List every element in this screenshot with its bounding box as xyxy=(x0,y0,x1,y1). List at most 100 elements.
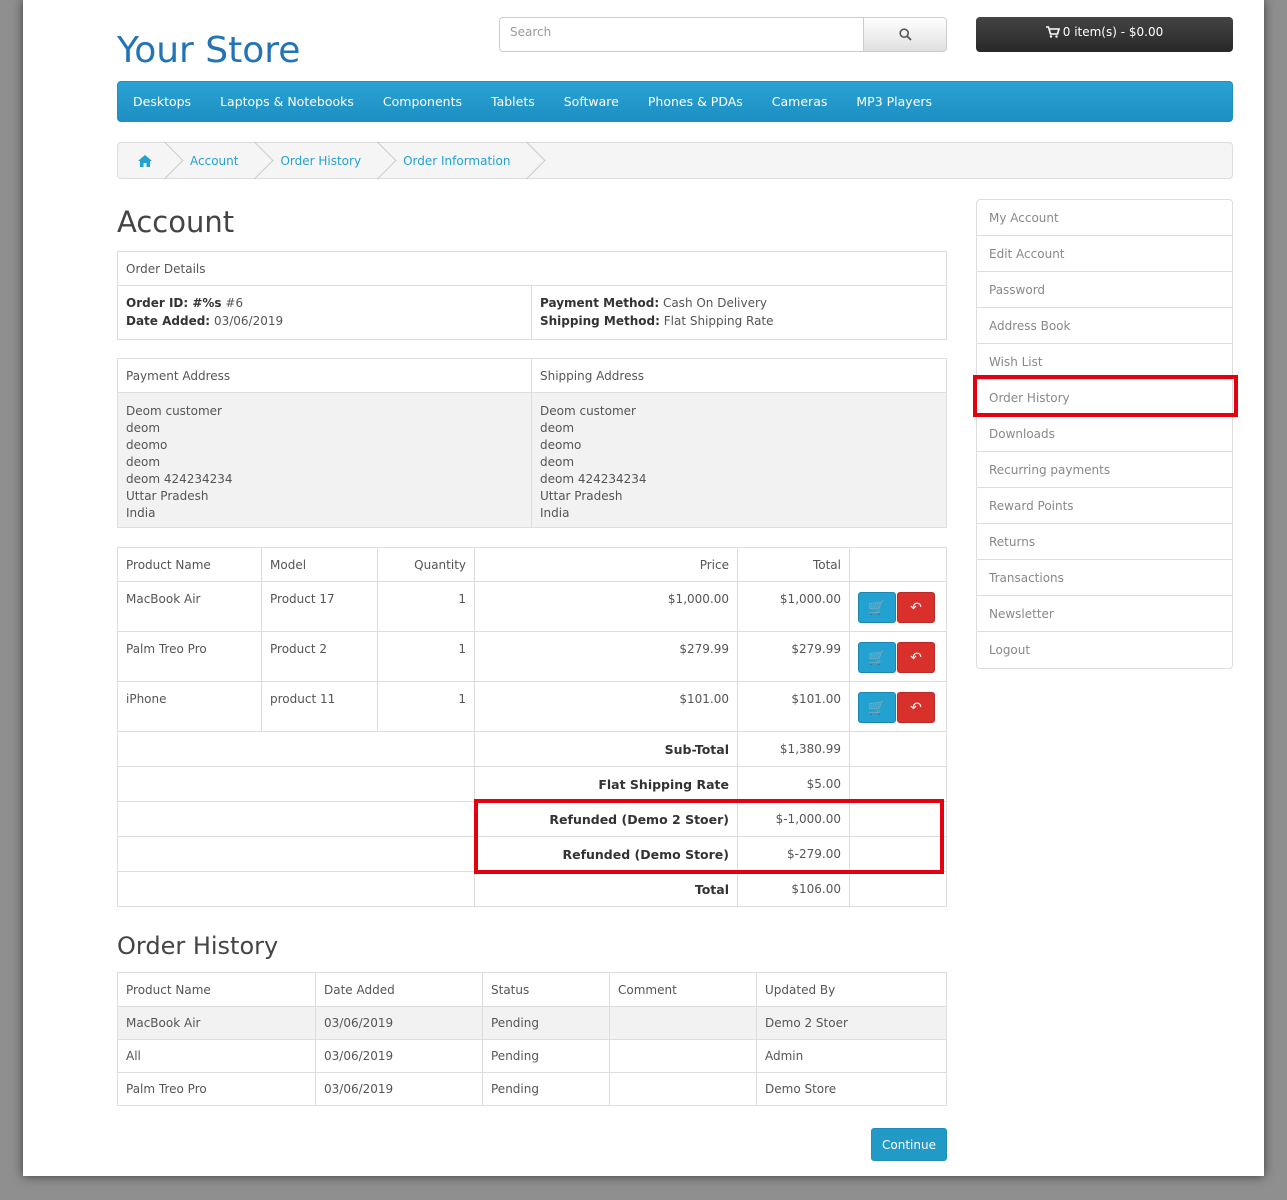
breadcrumb-account[interactable]: Account xyxy=(170,143,260,178)
payment-method: Cash On Delivery xyxy=(662,296,768,310)
cart-icon: 🛒 xyxy=(868,600,886,616)
home-icon xyxy=(138,154,152,167)
breadcrumb-order-history[interactable]: Order History xyxy=(260,143,383,178)
menu-item-laptops[interactable]: Laptops & Notebooks xyxy=(220,94,354,109)
totals-label: Sub-Total xyxy=(474,731,738,767)
history-updated-by: Admin xyxy=(756,1039,947,1073)
reply-icon: ↶ xyxy=(910,600,922,616)
totals-row: Total $106.00 xyxy=(117,871,947,907)
sidebar-item-edit-account[interactable]: Edit Account xyxy=(977,236,1232,272)
empty-cell xyxy=(117,766,475,802)
order-history-title: Order History xyxy=(117,932,279,960)
breadcrumb-order-information[interactable]: Order Information xyxy=(383,143,532,178)
menu-item-components[interactable]: Components xyxy=(383,94,462,109)
menu-item-phones[interactable]: Phones & PDAs xyxy=(648,94,743,109)
return-button[interactable]: ↶ xyxy=(897,692,935,723)
address-line: deom 424234234 xyxy=(126,472,233,486)
product-actions: 🛒 ↶ xyxy=(849,581,947,632)
menu-item-tablets[interactable]: Tablets xyxy=(491,94,535,109)
page-title: Account xyxy=(117,205,235,239)
history-comment xyxy=(609,1039,757,1073)
col-actions xyxy=(849,547,947,582)
history-comment xyxy=(609,1072,757,1106)
payment-address-heading: Payment Address xyxy=(117,358,532,393)
breadcrumb-home[interactable] xyxy=(118,143,170,178)
continue-button[interactable]: Continue xyxy=(871,1128,947,1161)
table-row: iPhone product 11 1 $101.00 $101.00 🛒 ↶ xyxy=(117,681,947,732)
totals-row: Flat Shipping Rate $5.00 xyxy=(117,766,947,802)
cart-button[interactable]: 0 item(s) - $0.00 xyxy=(976,17,1233,52)
sidebar-item-my-account[interactable]: My Account xyxy=(977,200,1232,236)
product-price: $1,000.00 xyxy=(474,581,738,632)
col-quantity: Quantity xyxy=(377,547,475,582)
col-updated-by: Updated By xyxy=(756,972,947,1007)
totals-value: $106.00 xyxy=(737,871,850,907)
store-logo[interactable]: Your Store xyxy=(117,30,300,71)
product-total: $279.99 xyxy=(737,631,850,682)
history-product: Palm Treo Pro xyxy=(117,1072,316,1106)
sidebar-item-downloads[interactable]: Downloads xyxy=(977,416,1232,452)
menu-item-cameras[interactable]: Cameras xyxy=(772,94,828,109)
search-icon xyxy=(898,28,912,41)
account-sidebar: My Account Edit Account Password Address… xyxy=(976,199,1233,669)
address-line: deomo xyxy=(126,438,168,452)
order-history-table: Product Name Date Added Status Comment U… xyxy=(117,972,947,1106)
reorder-button[interactable]: 🛒 xyxy=(858,592,896,623)
return-button[interactable]: ↶ xyxy=(897,592,935,623)
address-line: India xyxy=(126,506,156,520)
sidebar-item-address-book[interactable]: Address Book xyxy=(977,308,1232,344)
shipping-method: Flat Shipping Rate xyxy=(663,314,774,328)
totals-value: $5.00 xyxy=(737,766,850,802)
sidebar-item-logout[interactable]: Logout xyxy=(977,632,1232,668)
return-button[interactable]: ↶ xyxy=(897,642,935,673)
empty-cell xyxy=(117,836,475,872)
empty-cell xyxy=(849,871,947,907)
table-row: Palm Treo Pro 03/06/2019 Pending Demo St… xyxy=(117,1072,947,1106)
reorder-button[interactable]: 🛒 xyxy=(858,642,896,673)
history-updated-by: Demo Store xyxy=(756,1072,947,1106)
menu-item-mp3[interactable]: MP3 Players xyxy=(856,94,932,109)
product-name: Palm Treo Pro xyxy=(117,631,262,682)
totals-label: Total xyxy=(474,871,738,907)
totals-label: Flat Shipping Rate xyxy=(474,766,738,802)
history-updated-by: Demo 2 Stoer xyxy=(756,1006,947,1040)
order-details-table: Order Details Order ID: #%s #6 Date Adde… xyxy=(117,251,947,340)
product-qty: 1 xyxy=(377,631,475,682)
sidebar-item-transactions[interactable]: Transactions xyxy=(977,560,1232,596)
col-product-name: Product Name xyxy=(117,547,262,582)
address-line: Deom customer xyxy=(540,404,636,418)
reply-icon: ↶ xyxy=(910,650,922,666)
sidebar-item-reward-points[interactable]: Reward Points xyxy=(977,488,1232,524)
search-input[interactable]: Search xyxy=(499,17,864,52)
cart-icon: 🛒 xyxy=(868,650,886,666)
col-model: Model xyxy=(261,547,378,582)
address-line: deom xyxy=(126,421,161,435)
shipping-address: Deom customer deom deomo deom deom 42423… xyxy=(531,392,947,528)
totals-value: $1,380.99 xyxy=(737,731,850,767)
reorder-button[interactable]: 🛒 xyxy=(858,692,896,723)
table-row: MacBook Air 03/06/2019 Pending Demo 2 St… xyxy=(117,1006,947,1040)
col-product-name: Product Name xyxy=(117,972,316,1007)
product-model: product 11 xyxy=(261,681,378,732)
shipping-method-label: Shipping Method: xyxy=(540,314,660,328)
sidebar-item-newsletter[interactable]: Newsletter xyxy=(977,596,1232,632)
history-product: MacBook Air xyxy=(117,1006,316,1040)
sidebar-item-password[interactable]: Password xyxy=(977,272,1232,308)
empty-cell xyxy=(849,766,947,802)
sidebar-item-returns[interactable]: Returns xyxy=(977,524,1232,560)
order-id: #6 xyxy=(225,296,244,310)
method-info-cell: Payment Method: Cash On Delivery Shippin… xyxy=(531,285,947,340)
empty-cell xyxy=(117,731,475,767)
col-date-added: Date Added xyxy=(315,972,483,1007)
menu-item-desktops[interactable]: Desktops xyxy=(133,94,191,109)
sidebar-item-recurring-payments[interactable]: Recurring payments xyxy=(977,452,1232,488)
search-button[interactable] xyxy=(863,17,947,52)
address-line: deom 424234234 xyxy=(540,472,647,486)
col-status: Status xyxy=(482,972,610,1007)
history-status: Pending xyxy=(482,1006,610,1040)
history-status: Pending xyxy=(482,1039,610,1073)
menu-item-software[interactable]: Software xyxy=(564,94,619,109)
order-history-highlight-box xyxy=(973,375,1238,417)
address-line: deom xyxy=(540,421,575,435)
history-date: 03/06/2019 xyxy=(315,1039,483,1073)
